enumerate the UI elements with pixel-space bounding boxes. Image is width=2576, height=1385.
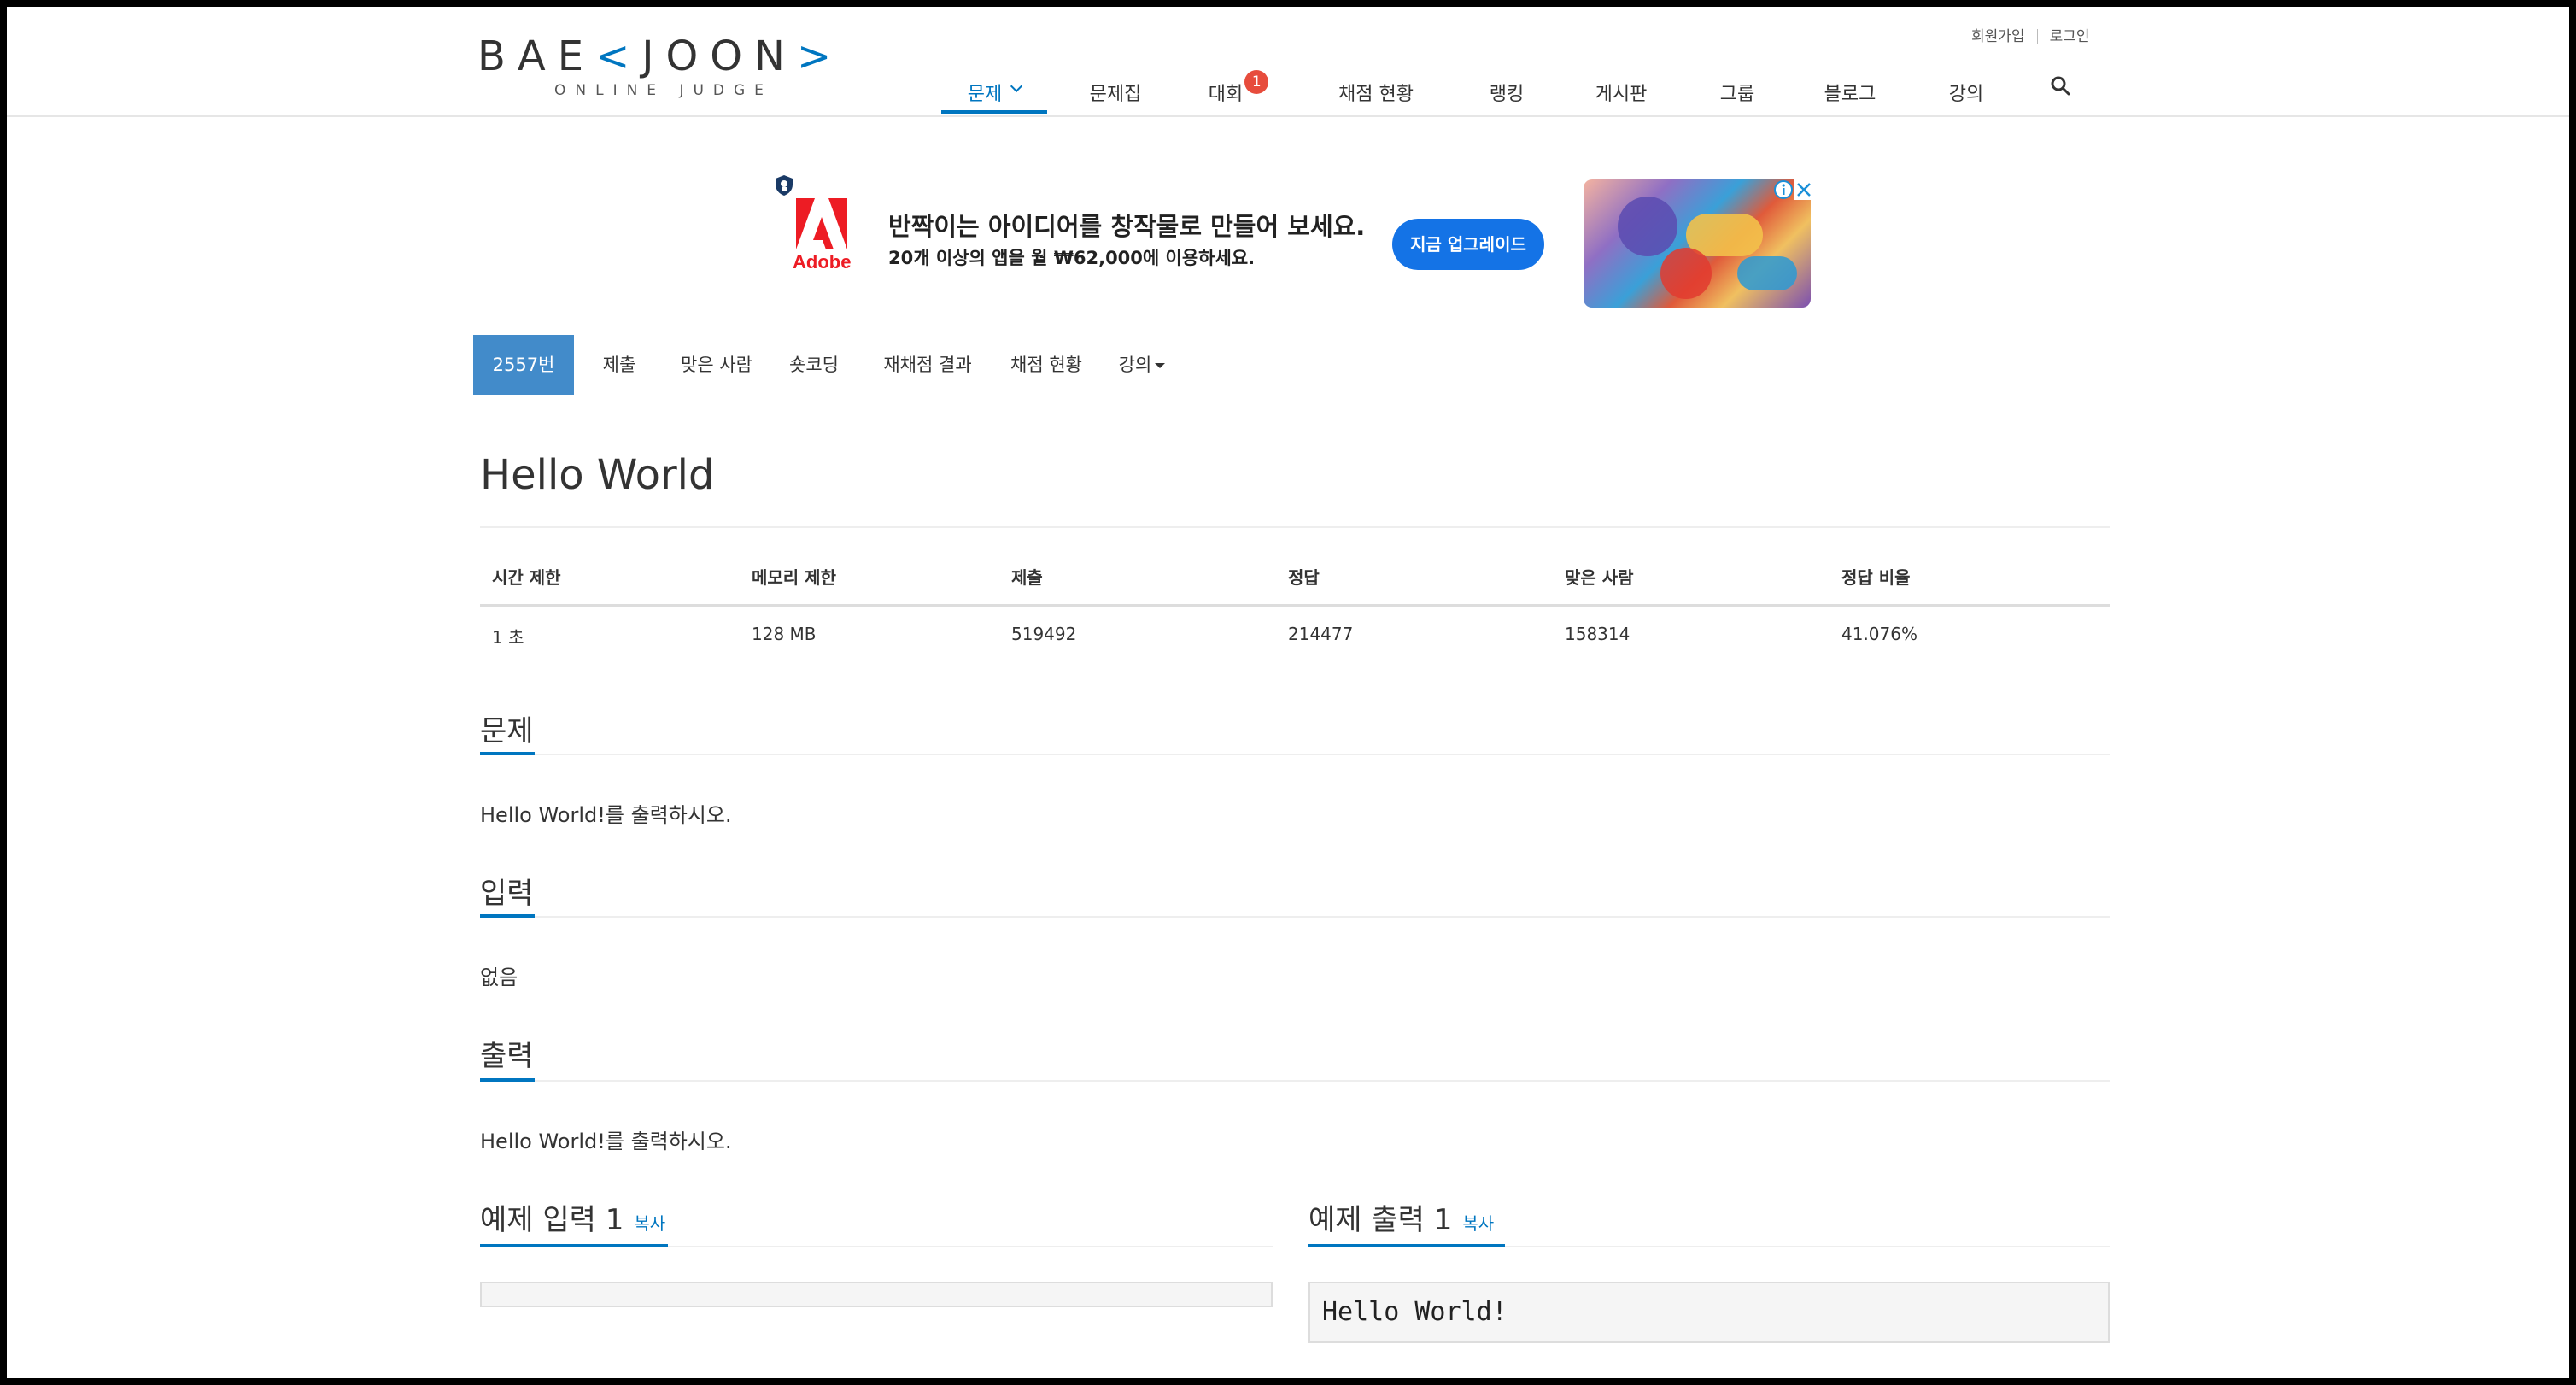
- table-header: 정답 비율: [1841, 567, 1911, 588]
- heading-underline: [480, 1078, 535, 1082]
- search-icon[interactable]: [2050, 75, 2070, 96]
- problem-description: Hello World!를 출력하시오.: [480, 803, 732, 827]
- caret-down-icon: [1155, 363, 1166, 368]
- logo-subtitle: ONLINE JUDGE: [554, 82, 773, 99]
- output-heading: 출력: [480, 1039, 534, 1073]
- problem-heading: 문제: [480, 714, 534, 748]
- section-divider: [480, 916, 2110, 918]
- tab-short-coding[interactable]: 숏코딩: [776, 335, 852, 395]
- adobe-icon: [796, 198, 847, 249]
- table-header: 시간 제한: [492, 567, 561, 588]
- heading-underline: [480, 752, 535, 755]
- table-cell: 128 MB: [752, 624, 817, 644]
- table-header-divider: [480, 604, 2110, 607]
- sample-input-box[interactable]: [480, 1282, 1273, 1307]
- heading-underline: [480, 914, 535, 918]
- table-header: 메모리 제한: [752, 567, 836, 588]
- browser-page: BAE<JOON> ONLINE JUDGE 회원가입 로그인 문제 문제집 대회…: [7, 7, 2569, 1378]
- nav-item-group[interactable]: 그룹: [1703, 63, 1771, 114]
- sample-input-heading: 예제 입력 1 복사: [480, 1203, 666, 1237]
- ad-info-icon[interactable]: [1773, 179, 1794, 200]
- copy-sample-output-link[interactable]: 복사: [1462, 1213, 1494, 1234]
- section-divider: [480, 1080, 2110, 1082]
- logo-wordmark: BAE<JOON>: [477, 32, 844, 80]
- table-cell: 214477: [1288, 624, 1354, 644]
- nav-item-ranking[interactable]: 랭킹: [1472, 63, 1541, 114]
- ad-banner[interactable]: Adobe 반짝이는 아이디어를 창작물로 만들어 보세요. 20개 이상의 앱…: [774, 174, 1818, 308]
- title-divider: [480, 526, 2110, 528]
- sample-output-heading: 예제 출력 1 복사: [1308, 1203, 1495, 1237]
- tab-problem-number[interactable]: 2557번: [473, 335, 574, 395]
- account-links: 회원가입 로그인: [1971, 24, 2089, 45]
- heading-underline: [1308, 1244, 1505, 1247]
- privacy-shield-icon[interactable]: [774, 174, 794, 197]
- contest-count-badge: 1: [1244, 70, 1269, 94]
- baekjoon-logo[interactable]: BAE<JOON> ONLINE JUDGE: [477, 32, 836, 101]
- nav-item-status[interactable]: 채점 현황: [1329, 63, 1423, 114]
- table-cell: 158314: [1565, 624, 1630, 644]
- input-heading: 입력: [480, 877, 534, 911]
- tab-lecture[interactable]: 강의: [1105, 335, 1179, 395]
- tab-status[interactable]: 채점 현황: [998, 335, 1095, 395]
- tab-submit[interactable]: 제출: [588, 335, 651, 395]
- copy-sample-input-link[interactable]: 복사: [634, 1213, 665, 1234]
- table-header: 정답: [1288, 567, 1320, 588]
- ad-cta-button[interactable]: 지금 업그레이드: [1392, 219, 1544, 270]
- table-header: 제출: [1011, 567, 1043, 588]
- sample-output-box[interactable]: Hello World!: [1308, 1282, 2110, 1343]
- heading-underline: [480, 1244, 668, 1247]
- section-divider: [480, 754, 2110, 755]
- chevron-down-icon: [1010, 79, 1023, 93]
- ad-brand: Adobe: [793, 251, 852, 273]
- nav-item-lecture[interactable]: 강의: [1932, 63, 2000, 114]
- nav-item-blog[interactable]: 블로그: [1814, 63, 1886, 114]
- output-description: Hello World!를 출력하시오.: [480, 1130, 732, 1153]
- table-header: 맞은 사람: [1565, 567, 1634, 588]
- input-description: 없음: [480, 965, 518, 989]
- problem-title: Hello World: [480, 451, 715, 499]
- login-link[interactable]: 로그인: [2050, 24, 2090, 45]
- nav-item-board[interactable]: 게시판: [1587, 63, 1655, 114]
- adobe-logo: Adobe: [793, 198, 851, 280]
- nav-item-contest[interactable]: 대회 1: [1197, 63, 1279, 114]
- site-header: BAE<JOON> ONLINE JUDGE 회원가입 로그인 문제 문제집 대회…: [7, 7, 2569, 117]
- ad-headline: 반짝이는 아이디어를 창작물로 만들어 보세요.: [888, 212, 1366, 241]
- nav-item-problems[interactable]: 문제: [941, 63, 1047, 114]
- ad-close-icon[interactable]: [1794, 179, 1814, 200]
- table-cell: 41.076%: [1841, 624, 1917, 644]
- ad-subline: 20개 이상의 앱을 월 ₩62,000에 이용하세요.: [888, 248, 1256, 268]
- tab-accepted-users[interactable]: 맞은 사람: [668, 335, 765, 395]
- nav-item-workbook[interactable]: 문제집: [1074, 63, 1156, 114]
- link-divider: [2036, 29, 2038, 44]
- table-cell: 1 초: [492, 627, 524, 648]
- tab-rejudge-results[interactable]: 재채점 결과: [868, 335, 987, 395]
- signup-link[interactable]: 회원가입: [1971, 24, 2025, 45]
- table-cell: 519492: [1011, 624, 1077, 644]
